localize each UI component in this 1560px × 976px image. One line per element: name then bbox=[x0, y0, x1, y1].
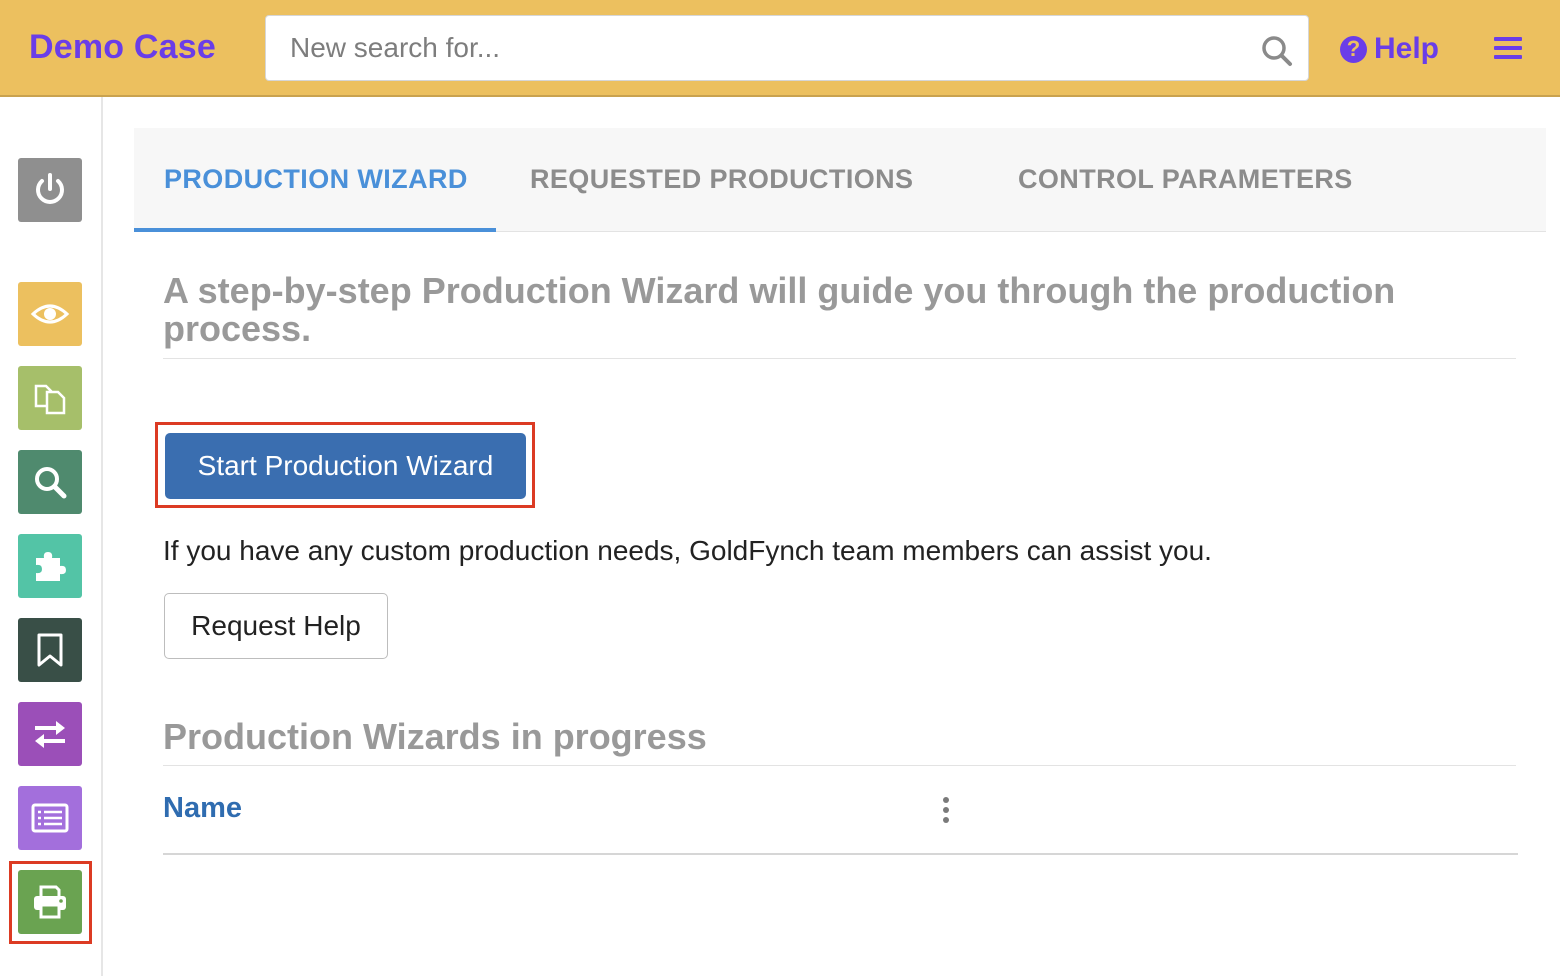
divider bbox=[163, 765, 1516, 766]
wizard-intro-text: A step-by-step Production Wizard will gu… bbox=[163, 270, 1396, 349]
question-circle-icon: ? bbox=[1340, 35, 1367, 63]
more-options-icon[interactable] bbox=[941, 797, 951, 823]
active-tab-indicator bbox=[134, 228, 496, 232]
sidebar bbox=[0, 97, 103, 976]
sidebar-item-search[interactable] bbox=[18, 450, 82, 514]
sidebar-item-plugins[interactable] bbox=[18, 534, 82, 598]
sidebar-item-bookmarks[interactable] bbox=[18, 618, 82, 682]
search-icon[interactable] bbox=[1260, 34, 1294, 68]
tab-requested-productions[interactable]: REQUESTED PRODUCTIONS bbox=[530, 164, 913, 195]
eye-icon bbox=[30, 304, 70, 324]
tab-production-wizard[interactable]: PRODUCTION WIZARD bbox=[164, 164, 468, 195]
top-bar: Demo Case ? Help bbox=[0, 0, 1560, 97]
case-title[interactable]: Demo Case bbox=[29, 28, 216, 67]
tab-control-parameters[interactable]: CONTROL PARAMETERS bbox=[1018, 164, 1353, 195]
search-input[interactable] bbox=[290, 16, 1250, 80]
bookmark-icon bbox=[37, 633, 63, 667]
help-label: Help bbox=[1374, 32, 1440, 65]
divider bbox=[163, 358, 1516, 359]
tab-bar: PRODUCTION WIZARD REQUESTED PRODUCTIONS … bbox=[134, 128, 1546, 232]
documents-icon bbox=[34, 384, 66, 415]
help-link[interactable]: ? Help bbox=[1340, 32, 1439, 66]
table-divider bbox=[163, 853, 1518, 855]
request-help-button[interactable]: Request Help bbox=[164, 593, 388, 659]
in-progress-title: Production Wizards in progress bbox=[163, 716, 707, 757]
power-icon bbox=[36, 173, 64, 204]
sidebar-item-power[interactable] bbox=[18, 158, 82, 222]
puzzle-icon bbox=[36, 552, 66, 581]
transfer-icon bbox=[35, 721, 65, 748]
name-column-header[interactable]: Name bbox=[163, 792, 242, 825]
sidebar-item-review[interactable] bbox=[18, 282, 82, 346]
sidebar-item-transfer[interactable] bbox=[18, 702, 82, 766]
list-icon bbox=[31, 803, 69, 833]
selected-item-highlight bbox=[9, 861, 92, 944]
sidebar-item-list[interactable] bbox=[18, 786, 82, 850]
hamburger-menu-icon[interactable] bbox=[1494, 37, 1522, 61]
search-box[interactable] bbox=[265, 15, 1309, 81]
custom-needs-text: If you have any custom production needs,… bbox=[163, 535, 1212, 566]
search-icon bbox=[35, 467, 67, 499]
start-production-wizard-button[interactable]: Start Production Wizard bbox=[165, 433, 526, 499]
sidebar-item-documents[interactable] bbox=[18, 366, 82, 430]
